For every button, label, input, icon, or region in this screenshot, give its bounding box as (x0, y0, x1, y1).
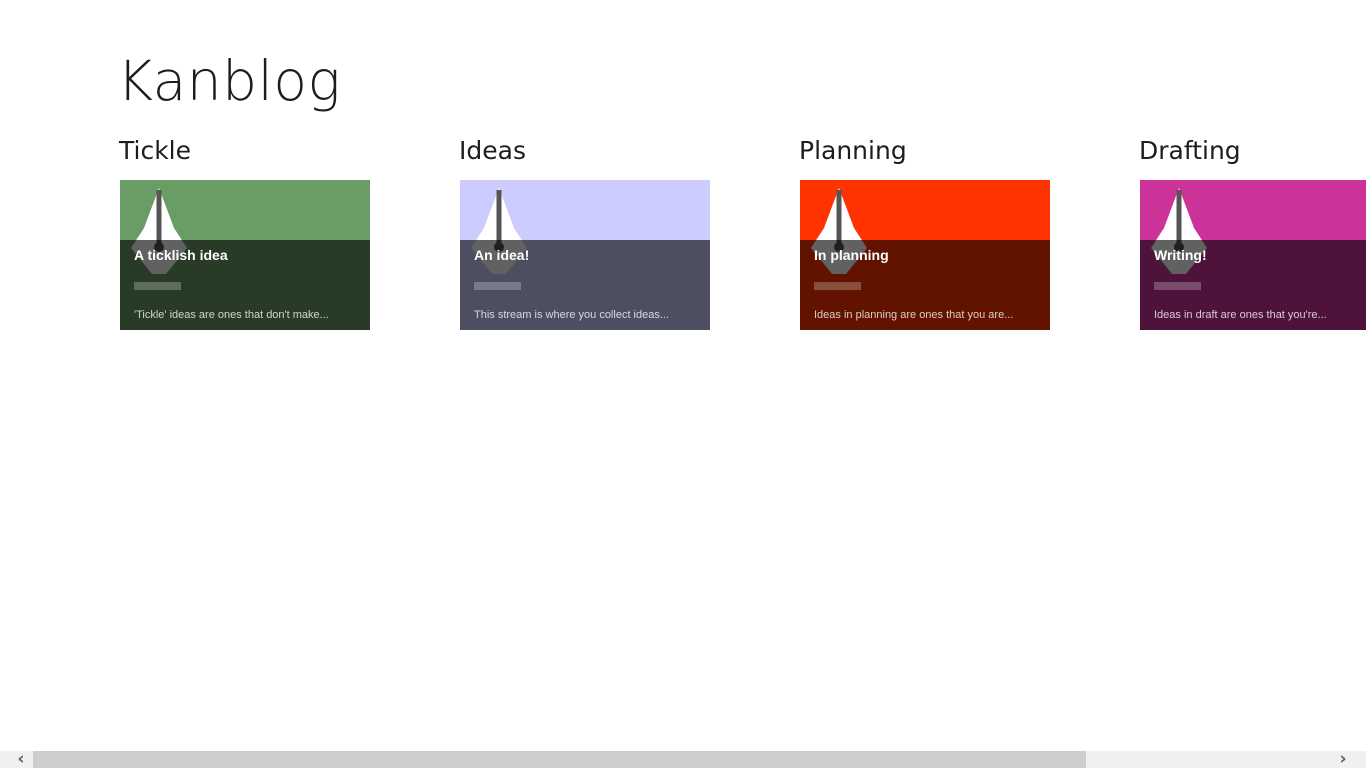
tile-planning[interactable]: In planning Ideas in planning are ones t… (800, 180, 1050, 330)
scrollbar-thumb[interactable] (33, 751, 1086, 768)
page-title: Kanblog (117, 49, 342, 113)
app-window: Kanblog Tickle A ticklish idea 'Tickle' … (0, 0, 1366, 768)
tile-status-bar (1154, 282, 1201, 290)
tile-title: In planning (814, 247, 889, 263)
group-tickle: Tickle A ticklish idea 'Tickle' ideas ar… (119, 134, 379, 330)
group-header-planning[interactable]: Planning (799, 134, 1059, 168)
tile-drafting[interactable]: Writing! Ideas in draft are ones that yo… (1140, 180, 1366, 330)
tile-title: Writing! (1154, 247, 1207, 263)
tile-title: An idea! (474, 247, 530, 263)
group-ideas: Ideas An idea! This stream is where you … (459, 134, 719, 330)
tile-description: Ideas in planning are ones that you are.… (814, 309, 1014, 321)
tile-status-bar (814, 282, 861, 290)
group-header-drafting[interactable]: Drafting (1139, 134, 1366, 168)
tile-ideas[interactable]: An idea! This stream is where you collec… (460, 180, 710, 330)
group-header-ideas[interactable]: Ideas (459, 134, 719, 168)
tile-status-bar (474, 282, 521, 290)
tile-description: Ideas in draft are ones that you're... (1154, 309, 1327, 321)
scroll-right-arrow-icon[interactable]: › (1328, 751, 1358, 768)
tile-tickle[interactable]: A ticklish idea 'Tickle' ideas are ones … (120, 180, 370, 330)
tile-title: A ticklish idea (134, 247, 228, 263)
scroll-left-arrow-icon[interactable]: ‹ (6, 751, 36, 768)
horizontal-scrollbar[interactable]: ‹ › (0, 751, 1366, 768)
tile-status-bar (134, 282, 181, 290)
group-planning: Planning In planning Ideas in planning a… (799, 134, 1059, 330)
tile-description: 'Tickle' ideas are ones that don't make.… (134, 309, 329, 321)
tile-description: This stream is where you collect ideas..… (474, 309, 670, 321)
group-header-tickle[interactable]: Tickle (119, 134, 379, 168)
group-drafting: Drafting Writing! Ideas in draft are one… (1139, 134, 1366, 330)
